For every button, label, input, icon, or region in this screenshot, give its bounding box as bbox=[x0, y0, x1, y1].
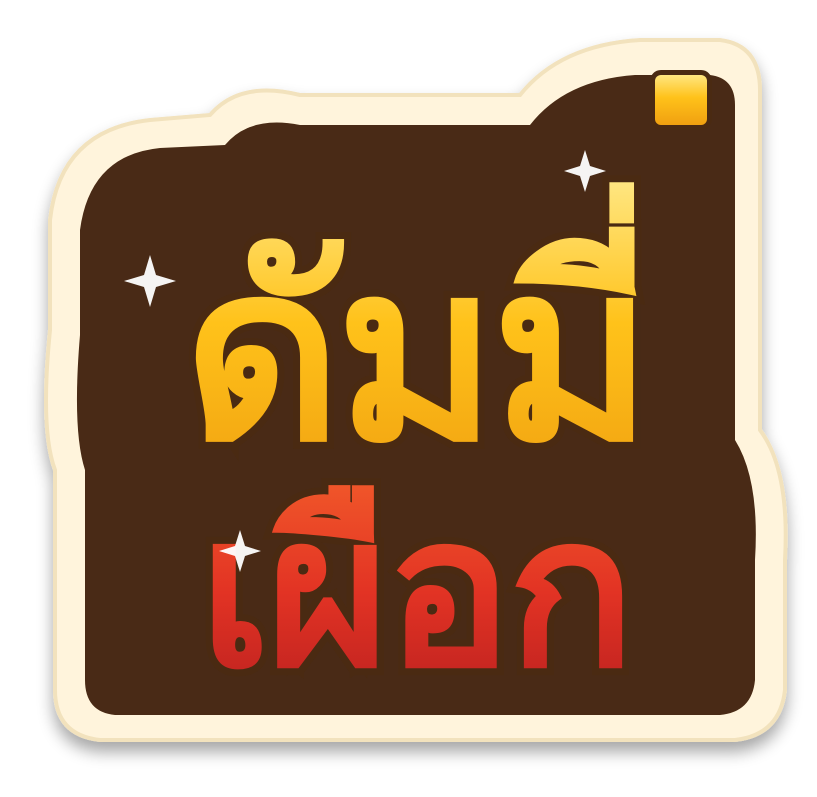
game-logo: ดัมมี่ เผือก bbox=[0, 0, 817, 797]
logo-title-line1: ดัมมี่ bbox=[183, 182, 647, 496]
logo-artwork: ดัมมี่ เผือก bbox=[44, 38, 788, 742]
accent-square-icon bbox=[650, 70, 712, 130]
logo-title-line2: เผือก bbox=[199, 470, 631, 715]
